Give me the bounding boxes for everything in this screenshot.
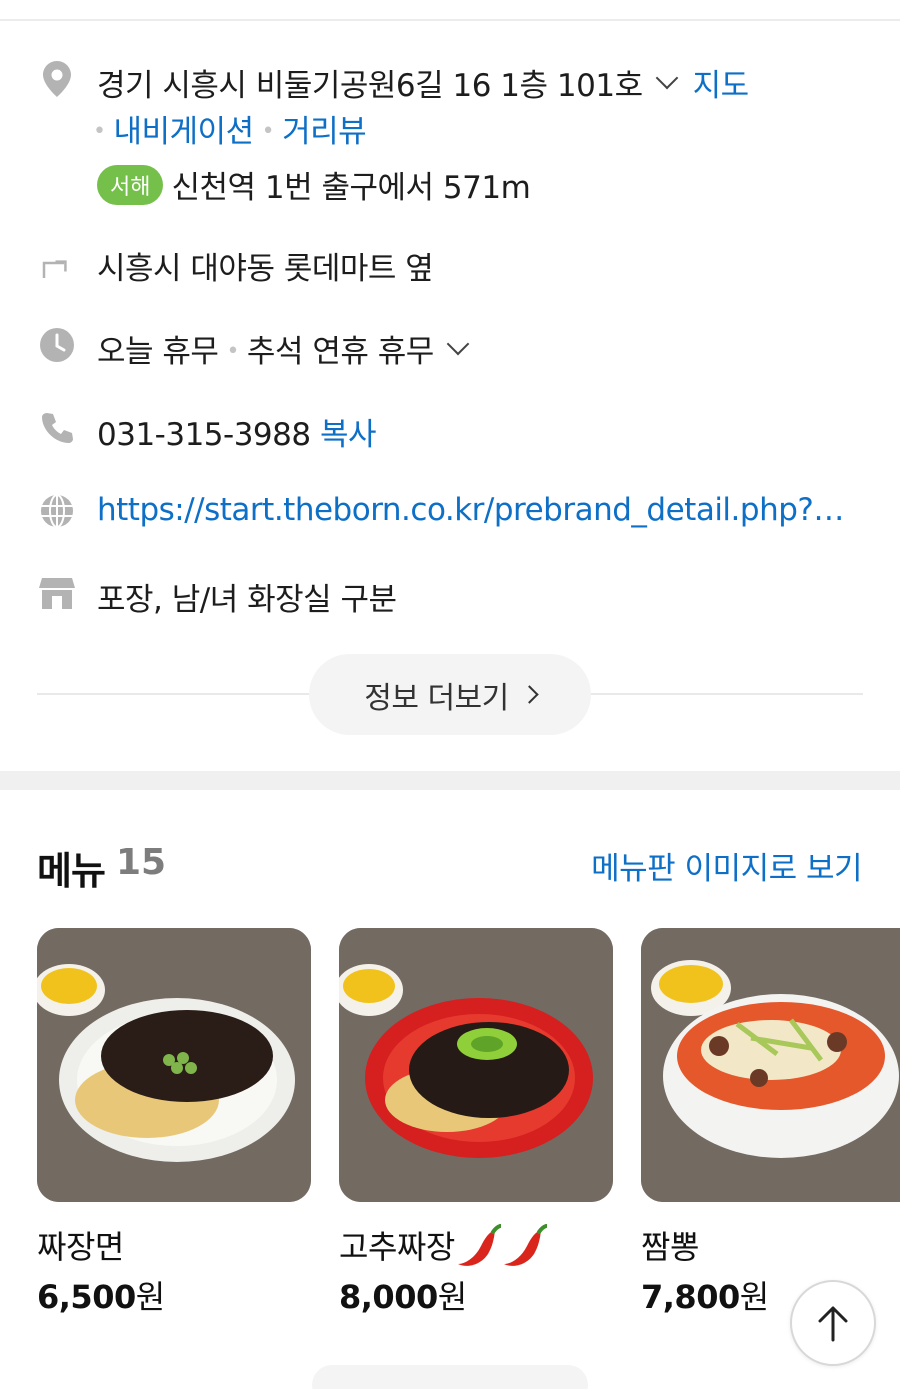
menu-card[interactable]: 짜장면 6,500원 bbox=[37, 928, 311, 1318]
chevron-down-icon[interactable] bbox=[446, 332, 470, 356]
separator-dot: • bbox=[261, 119, 275, 144]
menu-item-price-value: 8,000 bbox=[339, 1278, 438, 1316]
website-link[interactable]: https://start.theborn.co.kr/prebrand_det… bbox=[97, 492, 857, 528]
menu-item-price-unit: 원 bbox=[739, 1278, 769, 1316]
chili-pepper-icon bbox=[503, 1224, 548, 1266]
menu-item-price-unit: 원 bbox=[135, 1278, 165, 1316]
top-divider bbox=[0, 19, 900, 21]
menu-item-name: 짜장면 bbox=[37, 1228, 124, 1266]
menu-item-image[interactable] bbox=[37, 928, 311, 1202]
subway-line-badge: 서해 bbox=[97, 165, 164, 205]
phone-icon bbox=[38, 409, 76, 447]
street-view-link[interactable]: 거리뷰 bbox=[282, 114, 367, 150]
copy-phone-button[interactable]: 복사 bbox=[320, 417, 377, 453]
separator-dot: • bbox=[93, 119, 106, 144]
menu-item-name-text: 고추짜장 bbox=[339, 1228, 455, 1266]
menu-item-price-value: 6,500 bbox=[37, 1278, 136, 1316]
hours-today-text: 오늘 휴무 bbox=[97, 334, 219, 370]
menu-section-title: 메뉴 bbox=[37, 849, 106, 893]
menu-item-image[interactable] bbox=[641, 928, 900, 1202]
amenities-text: 포장, 남/녀 화장실 구분 bbox=[97, 582, 397, 618]
globe-icon bbox=[38, 492, 76, 530]
directions-text: 시흥시 대야동 롯데마트 옆 bbox=[97, 251, 434, 287]
clock-icon bbox=[38, 326, 76, 364]
store-icon bbox=[38, 574, 76, 612]
navigation-link[interactable]: 내비게이션 bbox=[113, 114, 254, 150]
address-text: 경기 시흥시 비둘기공원6길 16 1층 101호 bbox=[97, 68, 643, 104]
menu-item-price: 6,500원 bbox=[37, 1272, 311, 1318]
menu-count: 15 bbox=[116, 842, 167, 883]
menu-item-price: 8,000원 bbox=[339, 1272, 613, 1318]
menu-item-name: 고추짜장 bbox=[339, 1222, 613, 1266]
more-info-button[interactable]: 정보 더보기 bbox=[309, 654, 591, 735]
turn-arrow-icon bbox=[38, 243, 76, 281]
hours-note-text: 추석 연휴 휴무 bbox=[246, 334, 434, 370]
more-info-label: 정보 더보기 bbox=[364, 680, 509, 716]
subway-distance-text: 신천역 1번 출구에서 571m bbox=[171, 170, 531, 206]
scroll-to-top-button[interactable] bbox=[790, 1280, 876, 1366]
location-pin-icon bbox=[38, 60, 76, 98]
menu-item-price-value: 7,800 bbox=[641, 1278, 740, 1316]
separator-dot: • bbox=[226, 339, 239, 364]
chevron-down-icon[interactable] bbox=[655, 66, 678, 90]
phone-number[interactable]: 031-315-3988 bbox=[97, 417, 311, 453]
arrow-up-icon bbox=[818, 1306, 848, 1342]
menu-board-link[interactable]: 메뉴판 이미지로 보기 bbox=[591, 843, 862, 888]
chevron-right-icon bbox=[520, 685, 539, 704]
menu-card[interactable]: 고추짜장 8,000원 bbox=[339, 928, 613, 1318]
menu-item-price-unit: 원 bbox=[437, 1278, 467, 1316]
menu-item-name: 짬뽕 bbox=[641, 1228, 699, 1266]
bottom-more-button-peek[interactable] bbox=[312, 1365, 588, 1389]
chili-pepper-icon bbox=[457, 1224, 502, 1266]
menu-item-image[interactable] bbox=[339, 928, 613, 1202]
map-link[interactable]: 지도 bbox=[693, 68, 750, 104]
section-separator bbox=[0, 771, 900, 790]
menu-card[interactable]: 짬뽕 7,800원 bbox=[641, 928, 900, 1318]
